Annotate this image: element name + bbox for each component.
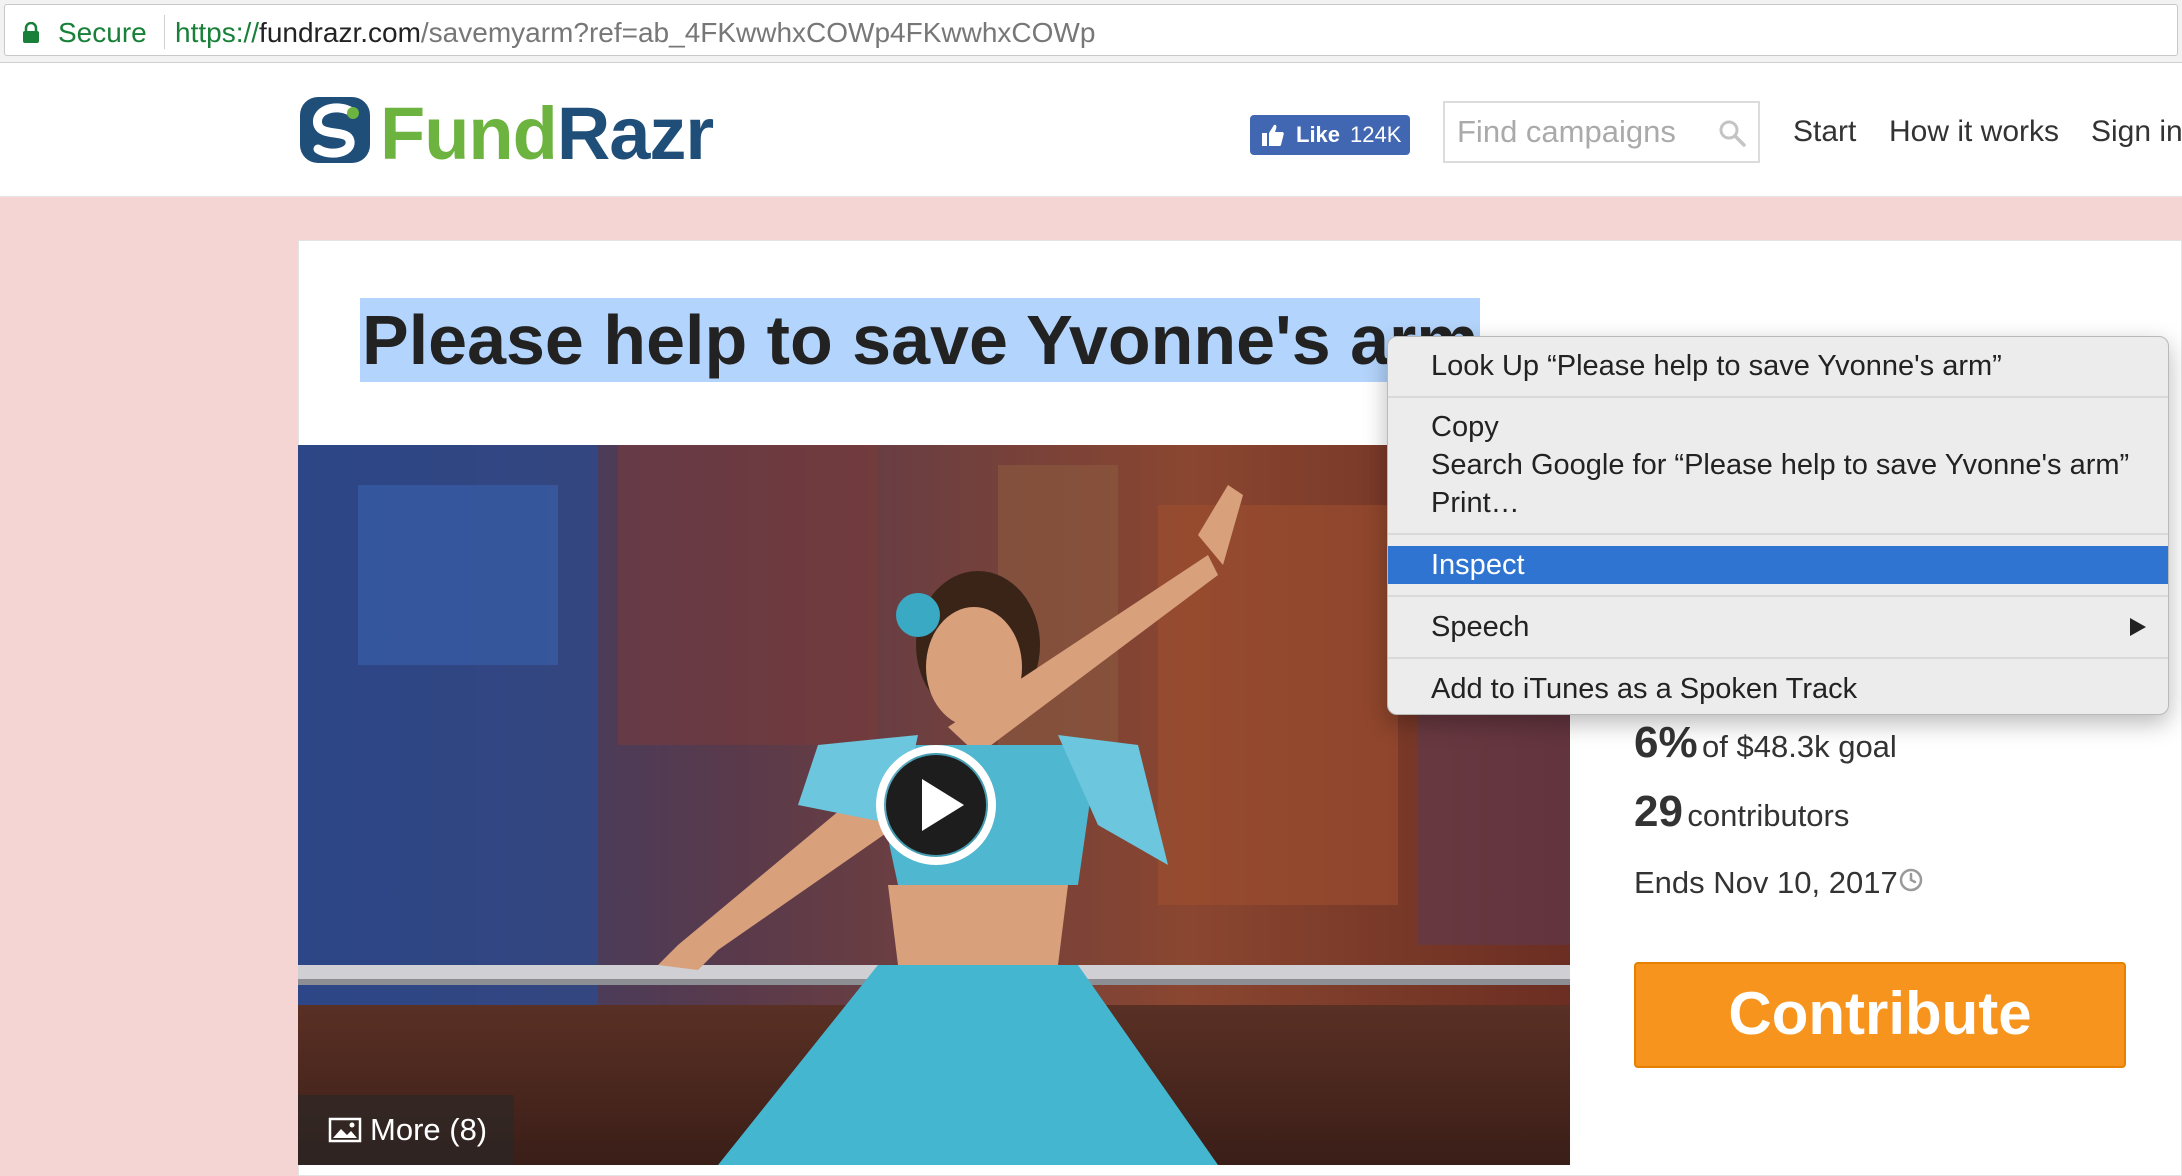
url-host: fundrazr.com	[259, 17, 421, 48]
contributors-label: contributors	[1687, 798, 1850, 833]
campaign-title[interactable]: Please help to save Yvonne's arm	[360, 298, 1481, 382]
search-input[interactable]	[1457, 113, 1707, 151]
contributors-stat: 29 contributors	[1634, 787, 1849, 837]
menu-separator	[1388, 533, 2168, 535]
search-icon[interactable]	[1718, 119, 1746, 147]
facebook-like-button[interactable]: Like 124K	[1250, 115, 1410, 155]
menu-item-copy[interactable]: Copy	[1388, 408, 2168, 446]
campaign-search[interactable]	[1443, 101, 1760, 163]
more-photos-button[interactable]: More (8)	[298, 1095, 514, 1165]
menu-separator	[1388, 657, 2168, 659]
url-text[interactable]: https://fundrazr.com/savemyarm?ref=ab_4F…	[175, 17, 1095, 49]
campaign-video[interactable]: More (8)	[298, 445, 1570, 1165]
url-divider	[164, 15, 165, 49]
goal-text: of $48.3k goal	[1702, 729, 1897, 764]
thumbs-up-icon	[1262, 124, 1284, 146]
secure-label: Secure	[58, 17, 147, 48]
end-date: Ends Nov 10, 2017	[1634, 865, 1898, 900]
nav-sign-in[interactable]: Sign in	[2091, 115, 2182, 149]
menu-item-speech[interactable]: Speech	[1388, 608, 2168, 646]
logo-razr: Razr	[556, 92, 714, 175]
url-field[interactable]: Secure https://fundrazr.com/savemyarm?re…	[4, 4, 2178, 56]
lock-icon	[23, 22, 39, 43]
contributors-count: 29	[1634, 787, 1683, 836]
fundrazr-logo[interactable]: FundRazr	[380, 91, 714, 176]
clock-icon	[1899, 868, 1923, 892]
like-label: Like	[1296, 122, 1341, 147]
image-icon	[328, 1117, 362, 1143]
context-menu: Look Up “Please help to save Yvonne's ar…	[1387, 336, 2169, 715]
menu-item-inspect[interactable]: Inspect	[1388, 546, 2168, 584]
funding-percent: 6% of $48.3k goal	[1634, 718, 1897, 768]
speech-label: Speech	[1431, 611, 1530, 643]
play-icon[interactable]	[876, 745, 996, 865]
logo-fund: Fund	[380, 92, 558, 175]
nav-start[interactable]: Start	[1793, 115, 1856, 149]
like-count: 124K	[1350, 122, 1402, 147]
menu-separator	[1388, 595, 2168, 597]
url-scheme: https://	[175, 17, 260, 48]
fundrazr-logo-icon[interactable]	[298, 93, 372, 167]
url-path: /savemyarm?ref=ab_4FKwwhxCOWp4FKwwhxCOWp	[420, 17, 1096, 48]
browser-address-bar: Secure https://fundrazr.com/savemyarm?re…	[0, 0, 2182, 63]
percent-value: 6%	[1634, 718, 1698, 767]
menu-item-print[interactable]: Print…	[1388, 484, 2168, 522]
menu-item-look-up[interactable]: Look Up “Please help to save Yvonne's ar…	[1388, 347, 2168, 385]
contribute-button[interactable]: Contribute	[1634, 962, 2126, 1068]
more-photos-label: More (8)	[370, 1112, 488, 1147]
submenu-arrow-icon	[2130, 618, 2146, 636]
menu-item-search-google[interactable]: Search Google for “Please help to save Y…	[1388, 446, 2168, 484]
nav-how-it-works[interactable]: How it works	[1889, 115, 2059, 149]
menu-separator	[1388, 396, 2168, 398]
menu-item-add-itunes[interactable]: Add to iTunes as a Spoken Track	[1388, 670, 2168, 708]
site-header: FundRazr Like 124K Start How it works Si…	[0, 63, 2182, 197]
